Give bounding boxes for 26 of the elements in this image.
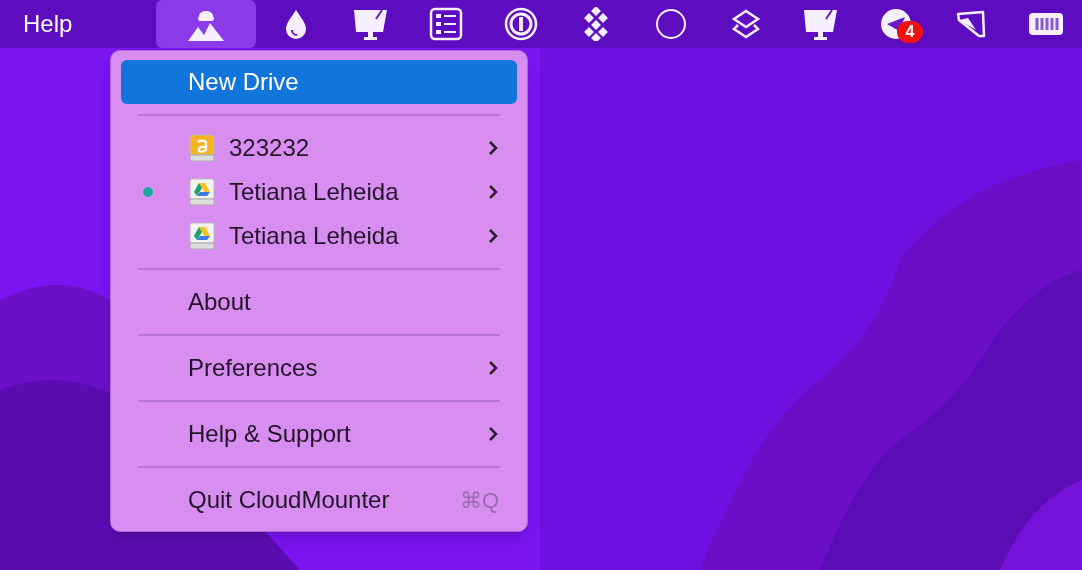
google-drive-icon <box>188 177 216 207</box>
diamonds-icon <box>584 7 608 41</box>
menu-item[interactable]: About <box>121 280 517 324</box>
circle-icon <box>655 8 687 40</box>
menu-title[interactable]: Help <box>23 6 156 42</box>
menu-item[interactable]: Tetiana Leheida <box>121 214 517 258</box>
shortcut-label: ⌘Q <box>459 486 499 515</box>
ring-icon <box>504 7 538 41</box>
menu-item[interactable]: Tetiana Leheida <box>121 170 517 214</box>
tag-icon <box>954 8 988 40</box>
amazon-drive-icon <box>188 133 216 163</box>
status-item[interactable] <box>156 0 256 48</box>
battery-icon <box>1027 10 1065 38</box>
google-drive-icon <box>188 221 216 251</box>
layers-icon <box>731 8 761 40</box>
list-icon <box>429 7 463 41</box>
status-item[interactable]: 4 <box>861 0 931 48</box>
menu-item[interactable]: 323232 <box>121 126 517 170</box>
menu-item[interactable]: Help & Support <box>121 412 517 456</box>
monitor-icon <box>802 7 840 41</box>
notification-badge: 4 <box>897 21 923 43</box>
monitor-icon <box>352 7 390 41</box>
drop-icon <box>283 8 309 40</box>
menu-item[interactable]: New Drive <box>121 60 517 104</box>
menu-item[interactable]: Quit CloudMounter ⌘Q <box>121 478 517 522</box>
menu-item[interactable]: Preferences <box>121 346 517 390</box>
